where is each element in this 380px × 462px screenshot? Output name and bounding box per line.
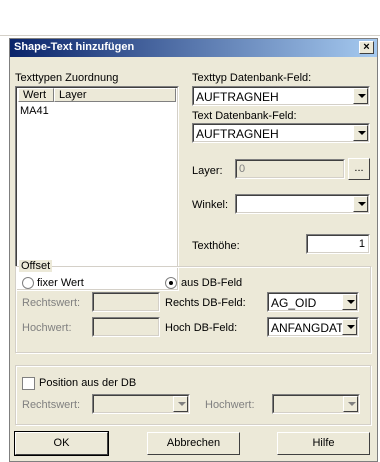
top-whitespace bbox=[0, 0, 380, 36]
rechts-db-select[interactable]: AG_OID bbox=[267, 292, 359, 312]
chevron-down-icon[interactable] bbox=[353, 88, 368, 104]
layer-label: Layer: bbox=[192, 165, 223, 177]
ok-button[interactable]: OK bbox=[14, 431, 109, 456]
hoch-db-select[interactable]: ANFANGDATU bbox=[267, 317, 359, 337]
position-aus-db-checkbox[interactable] bbox=[22, 377, 35, 390]
rechts-db-label: Rechts DB-Feld: bbox=[165, 297, 246, 309]
column-header-wert[interactable]: Wert bbox=[18, 88, 54, 102]
chevron-down-icon[interactable] bbox=[342, 319, 357, 335]
winkel-label: Winkel: bbox=[192, 199, 229, 211]
text-db-select[interactable]: AUFTRAGNEH bbox=[192, 123, 370, 143]
chevron-down-icon[interactable] bbox=[173, 396, 188, 412]
position-aus-db-label[interactable]: Position aus der DB bbox=[39, 377, 136, 389]
offset-hochwert-label: Hochwert: bbox=[22, 322, 72, 334]
help-button[interactable]: Hilfe bbox=[277, 432, 370, 455]
position-rechtswert-label: Rechtswert: bbox=[22, 399, 81, 411]
position-hochwert-select[interactable] bbox=[272, 394, 360, 414]
position-hochwert-label: Hochwert: bbox=[205, 399, 255, 411]
hoch-db-label: Hoch DB-Feld: bbox=[165, 322, 238, 334]
texthoehe-label: Texthöhe: bbox=[192, 240, 240, 252]
offset-rechtswert-label: Rechtswert: bbox=[22, 297, 81, 309]
cancel-button[interactable]: Abbrechen bbox=[147, 432, 240, 455]
fixer-wert-label[interactable]: fixer Wert bbox=[37, 277, 84, 289]
title-bar: Shape-Text hinzufügen × bbox=[10, 39, 377, 57]
offset-group-title: Offset bbox=[19, 260, 53, 272]
offset-rechtswert-field[interactable] bbox=[92, 292, 160, 312]
offset-hochwert-field[interactable] bbox=[92, 317, 160, 337]
text-db-label: Text Datenbank-Feld: bbox=[192, 110, 297, 122]
texttypen-label: Texttypen Zuordnung bbox=[15, 72, 119, 84]
list-item[interactable]: MA41 bbox=[20, 105, 49, 117]
chevron-down-icon[interactable] bbox=[342, 294, 357, 310]
dialog-title: Shape-Text hinzufügen bbox=[14, 41, 135, 53]
radio-fixer-wert[interactable] bbox=[22, 277, 34, 289]
chevron-down-icon[interactable] bbox=[353, 125, 368, 141]
layer-field[interactable]: 0 bbox=[235, 159, 345, 179]
column-header-layer[interactable]: Layer bbox=[54, 88, 176, 102]
texttyp-db-label: Texttyp Datenbank-Feld: bbox=[192, 72, 312, 84]
texthoehe-field[interactable]: 1 bbox=[306, 234, 370, 254]
chevron-down-icon[interactable] bbox=[353, 196, 368, 212]
close-icon: × bbox=[363, 41, 370, 53]
layer-browse-button[interactable]: ... bbox=[348, 158, 370, 180]
shape-text-dialog: Shape-Text hinzufügen × Texttypen Zuordn… bbox=[9, 38, 378, 462]
winkel-select[interactable] bbox=[235, 194, 370, 214]
texttyp-db-select[interactable]: AUFTRAGNEH bbox=[192, 86, 370, 106]
close-button[interactable]: × bbox=[359, 41, 374, 54]
position-rechtswert-select[interactable] bbox=[92, 394, 190, 414]
aus-db-feld-label[interactable]: aus DB-Feld bbox=[181, 277, 242, 289]
radio-aus-db-feld[interactable] bbox=[165, 277, 177, 289]
chevron-down-icon[interactable] bbox=[343, 396, 358, 412]
